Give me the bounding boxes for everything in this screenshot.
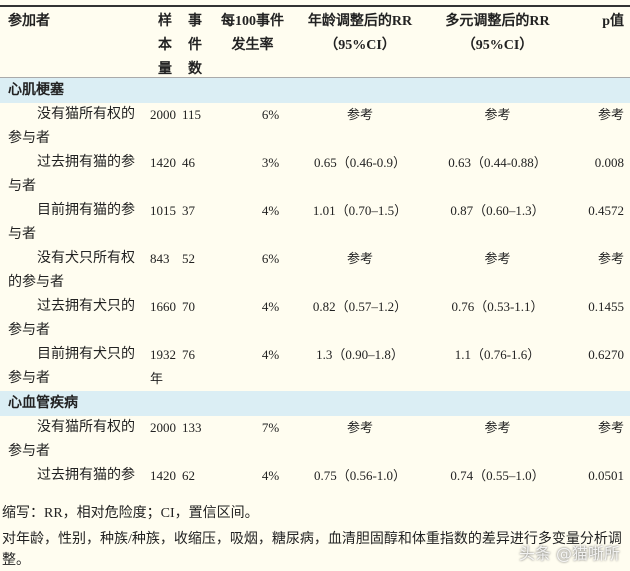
table-row: 目前拥有猫的参与者 1015 37 4% 1.01（0.70–1.5） 0.87（0.60… — [0, 199, 630, 247]
sample-size-cell: 843 — [150, 251, 170, 266]
table-row: 没有猫所有权的参与者 2000 115 6% 参考 参考 参考 — [0, 103, 630, 151]
event-rate-cell: 4% — [261, 299, 280, 314]
participant-label: 没有犬只所有权的参与者 — [8, 251, 135, 290]
event-rate-cell: 3% — [261, 155, 280, 170]
watermark: 头条 @猫哳所 — [518, 544, 620, 563]
p-value-cell: 0.0501 — [588, 468, 624, 483]
age-adjusted-rr-cell: 1.01（0.70–1.5） — [312, 203, 408, 218]
p-value-cell: 参考 — [597, 251, 624, 266]
p-value-cell: 0.008 — [594, 155, 624, 170]
footnote-abbreviations: 缩写：RR，相对危险度；CI，置信区间。 — [2, 506, 259, 521]
p-value-cell: 0.6270 — [588, 347, 624, 362]
participant-cell: 目前拥有猫的参与者 — [0, 199, 150, 247]
sample-size-cell: 1015 — [150, 203, 176, 218]
participant-label: 没有猫所有权的参与者 — [8, 107, 135, 146]
participant-cell: 没有犬只所有权的参与者 — [0, 247, 150, 295]
header-participant: 参加者 — [8, 14, 50, 29]
header-rate: 每100事件发生率 — [221, 14, 284, 53]
results-table: 参加者 样本量 事件数 每100事件发生率 年龄调整后的RR（95%CI） 多元… — [0, 5, 630, 496]
participant-cell: 没有猫所有权的参与者 — [0, 103, 150, 151]
multi-adjusted-rr-cell: 0.63（0.44-0.88） — [448, 155, 547, 170]
event-count-cell: 52 — [182, 251, 195, 266]
p-value-cell: 0.4572 — [588, 203, 624, 218]
event-count-cell: 37 — [182, 203, 195, 218]
event-count-cell: 115 — [182, 107, 202, 122]
age-adjusted-rr-cell: 1.3（0.90–1.8） — [316, 347, 404, 362]
age-adjusted-rr-cell: 0.65（0.46-0.9） — [313, 155, 407, 170]
multi-adjusted-rr-cell: 0.74（0.55–1.0） — [450, 468, 545, 483]
event-rate-cell: 6% — [261, 107, 280, 122]
participant-cell: 过去拥有猫的参与者 — [0, 151, 150, 199]
participant-label: 目前拥有猫的参与者 — [8, 203, 135, 242]
table-row: 目前拥有犬只的参与者 1932年 76 4% 1.3（0.90–1.8） 1.1（0.76… — [0, 343, 630, 391]
header-age-rr: 年龄调整后的RR（95%CI） — [307, 14, 413, 53]
event-count-cell: 62 — [182, 468, 195, 483]
participant-cell: 过去拥有犬只的参与者 — [0, 295, 150, 343]
event-count-cell: 46 — [182, 155, 195, 170]
table-row: 没有犬只所有权的参与者 843 52 6% 参考 参考 参考 — [0, 247, 630, 295]
participant-label: 没有猫所有权的参与者 — [8, 420, 135, 459]
table-row: 没有猫所有权的参与者 2000 133 7% 参考 参考 参考 — [0, 416, 630, 464]
multi-adjusted-rr-cell: 1.1（0.76-1.6） — [454, 347, 541, 362]
header-sample: 样本量 — [158, 14, 172, 77]
event-rate-cell: 4% — [261, 347, 280, 362]
header-events: 事件数 — [188, 14, 202, 77]
participant-cell: 过去拥有猫的参 — [0, 464, 150, 496]
p-value-cell: 参考 — [597, 420, 624, 435]
table-row: 过去拥有猫的参 1420 62 4% 0.75（0.56-1.0） 0.74（0.55–1… — [0, 464, 630, 496]
table-header: 参加者 样本量 事件数 每100事件发生率 年龄调整后的RR（95%CI） 多元… — [0, 7, 630, 78]
multi-adjusted-rr-cell: 参考 — [484, 420, 511, 435]
participant-label: 过去拥有猫的参 — [37, 468, 135, 483]
event-count-cell: 70 — [182, 299, 195, 314]
participant-label: 过去拥有犬只的参与者 — [8, 299, 135, 338]
section-header: 心血管疾病 — [0, 391, 630, 416]
event-rate-cell: 7% — [261, 420, 280, 435]
event-rate-cell: 4% — [261, 468, 280, 483]
multi-adjusted-rr-cell: 参考 — [484, 251, 511, 266]
header-p-value: p值 — [602, 14, 624, 29]
sample-size-cell: 1932年 — [150, 347, 176, 386]
header-multi-rr: 多元调整后的RR（95%CI） — [445, 14, 550, 53]
age-adjusted-rr-cell: 参考 — [346, 420, 373, 435]
age-adjusted-rr-cell: 参考 — [346, 251, 373, 266]
participant-label: 过去拥有猫的参与者 — [8, 155, 135, 194]
participant-label: 目前拥有犬只的参与者 — [8, 347, 135, 386]
age-adjusted-rr-cell: 0.75（0.56-1.0） — [313, 468, 407, 483]
table-row: 过去拥有犬只的参与者 1660 70 4% 0.82（0.57–1.2） 0.76（0.5… — [0, 295, 630, 343]
multi-adjusted-rr-cell: 0.87（0.60–1.3） — [450, 203, 545, 218]
participant-cell: 没有猫所有权的参与者 — [0, 416, 150, 464]
sample-size-cell: 2000 — [150, 420, 176, 435]
p-value-cell: 0.1455 — [588, 299, 624, 314]
event-count-cell: 133 — [182, 420, 202, 435]
age-adjusted-rr-cell: 0.82（0.57–1.2） — [312, 299, 408, 314]
event-count-cell: 76 — [182, 347, 195, 362]
table-row: 过去拥有猫的参与者 1420 46 3% 0.65（0.46-0.9） 0.63（0.44… — [0, 151, 630, 199]
participant-cell: 目前拥有犬只的参与者 — [0, 343, 150, 391]
sample-size-cell: 2000 — [150, 107, 176, 122]
multi-adjusted-rr-cell: 参考 — [484, 107, 511, 122]
p-value-cell: 参考 — [597, 107, 624, 122]
sample-size-cell: 1660 — [150, 299, 176, 314]
event-rate-cell: 6% — [261, 251, 280, 266]
multi-adjusted-rr-cell: 0.76（0.53-1.1） — [451, 299, 544, 314]
sample-size-cell: 1420 — [150, 468, 176, 483]
sample-size-cell: 1420 — [150, 155, 176, 170]
event-rate-cell: 4% — [261, 203, 280, 218]
age-adjusted-rr-cell: 参考 — [346, 107, 373, 122]
